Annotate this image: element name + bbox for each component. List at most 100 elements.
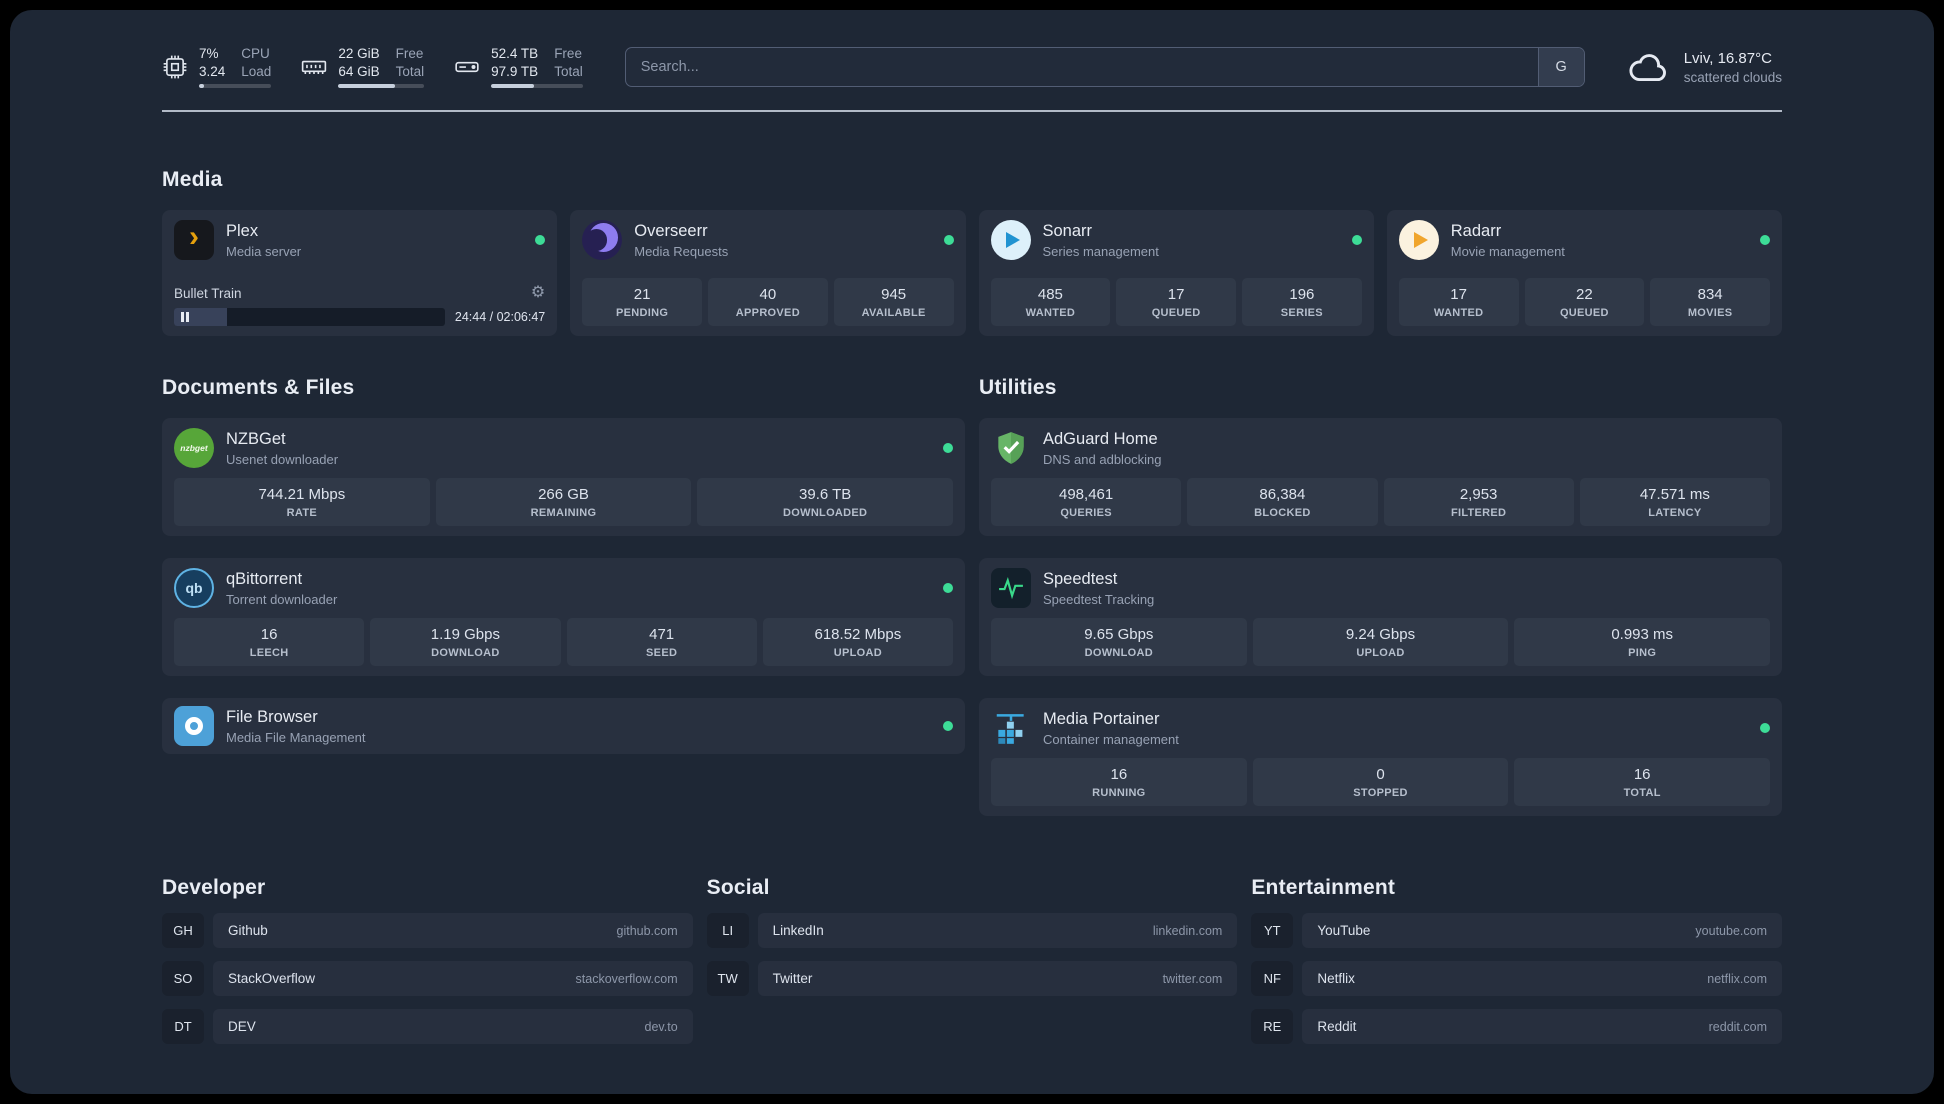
bookmark-link[interactable]: Reddit reddit.com (1302, 1009, 1782, 1045)
bookmark-reddit: RE Reddit reddit.com (1251, 1009, 1782, 1045)
gear-icon[interactable]: ⚙ (531, 285, 545, 301)
bookmark-group-title: Developer (162, 876, 266, 900)
service-description: Usenet downloader (226, 451, 339, 467)
cpu-icon (162, 54, 188, 80)
stat-tile: 16 RUNNING (991, 758, 1247, 807)
service-name: Overseerr (634, 221, 708, 240)
stat-tile: 17 QUEUED (1116, 278, 1236, 327)
status-dot (535, 235, 546, 246)
stat-tile: 471 SEED (566, 618, 757, 667)
bookmark-dev: DT DEV dev.to (162, 1009, 693, 1045)
service-name: Speedtest (1043, 569, 1118, 588)
status-dot (943, 583, 953, 594)
disk-progress-bar (491, 84, 583, 89)
service-description: Media server (226, 243, 302, 259)
memory-free-value: 22 GiB (338, 46, 380, 61)
service-card-portainer[interactable]: Media Portainer Container management 16 … (979, 698, 1782, 817)
memory-progress-bar (338, 84, 425, 89)
bookmark-group-title: Social (706, 876, 770, 900)
playback-progress-bar[interactable] (174, 308, 445, 327)
stat-tile: 2,953 FILTERED (1383, 478, 1574, 527)
bookmark-abbr: TW (706, 961, 749, 997)
bookmark-group-title: Entertainment (1251, 876, 1396, 900)
stat-tile: 945 AVAILABLE (833, 278, 954, 327)
radarr-icon (1398, 220, 1439, 261)
service-card-sonarr[interactable]: Sonarr Series management 485 WANTED 17 Q… (978, 210, 1374, 337)
stat-tile: 1.19 Gbps DOWNLOAD (370, 618, 561, 667)
bookmark-group-social: Social LI LinkedIn linkedin.com TW Twitt… (706, 876, 1238, 997)
bookmark-group-developer: Developer GH Github github.com SO StackO… (162, 876, 693, 1045)
weather-location-temp: Lviv, 16.87°C (1683, 49, 1772, 67)
bookmark-link[interactable]: Netflix netflix.com (1302, 961, 1782, 997)
service-card-overseerr[interactable]: Overseerr Media Requests 21 PENDING 40 A… (570, 210, 966, 337)
status-dot (1351, 235, 1362, 246)
weather-widget: Lviv, 16.87°C scattered clouds (1627, 49, 1782, 85)
topbar-divider (162, 110, 1782, 113)
qbittorrent-icon: qb (174, 568, 214, 609)
status-dot (1760, 235, 1770, 246)
service-name: NZBGet (226, 429, 286, 448)
stat-tile: 9.24 Gbps UPLOAD (1252, 618, 1509, 667)
search-provider-button[interactable]: G (1537, 48, 1584, 87)
service-name: Plex (226, 221, 259, 240)
plex-now-playing: Bullet Train ⚙ 24:44 / 02:06:47 (174, 277, 546, 327)
stat-tile: 485 WANTED (990, 278, 1111, 327)
pause-icon[interactable] (181, 312, 189, 323)
service-card-radarr[interactable]: Radarr Movie management 17 WANTED 22 QUE… (1386, 210, 1782, 337)
service-name: qBittorrent (226, 569, 303, 588)
bookmark-abbr: LI (706, 913, 749, 949)
bookmark-link[interactable]: LinkedIn linkedin.com (757, 913, 1238, 949)
service-name: Media Portainer (1043, 709, 1160, 728)
service-card-qbittorrent[interactable]: qb qBittorrent Torrent downloader 16 LEE… (162, 558, 965, 677)
service-description: Torrent downloader (226, 591, 338, 607)
stat-tile: 9.65 Gbps DOWNLOAD (991, 618, 1247, 667)
cloud-icon (1627, 49, 1671, 85)
stat-tile: 0 STOPPED (1252, 758, 1509, 807)
search-input[interactable] (625, 48, 1538, 87)
section-title-utilities: Utilities (979, 376, 1057, 400)
cpu-label: CPU (241, 46, 270, 61)
section-title-media: Media (162, 168, 223, 192)
service-description: Series management (1042, 243, 1159, 259)
memory-free-label: Free (395, 46, 424, 61)
memory-total-label: Total (395, 63, 425, 79)
service-name: Sonarr (1042, 221, 1093, 240)
resource-widget-memory: 22 GiB 64 GiB Free Total (301, 46, 425, 89)
bookmark-link[interactable]: Twitter twitter.com (757, 961, 1238, 997)
bookmark-abbr: GH (162, 913, 204, 949)
status-dot (943, 443, 953, 454)
bookmark-abbr: NF (1251, 961, 1294, 997)
stat-tile: 39.6 TB DOWNLOADED (697, 478, 954, 527)
bookmark-link[interactable]: DEV dev.to (213, 1009, 693, 1045)
service-name: File Browser (226, 707, 318, 726)
section-media: Media › Plex Media server Bullet Train ⚙… (162, 168, 1782, 337)
stat-tile: 40 APPROVED (708, 278, 828, 327)
bookmark-link[interactable]: Github github.com (213, 913, 693, 949)
service-card-plex[interactable]: › Plex Media server Bullet Train ⚙ 24:44… (162, 210, 558, 337)
cpu-load-value: 3.24 (199, 63, 226, 79)
resource-widget-disk: 52.4 TB 97.9 TB Free Total (454, 46, 583, 89)
service-card-speedtest[interactable]: Speedtest Speedtest Tracking 9.65 Gbps D… (979, 558, 1782, 677)
disk-free-value: 52.4 TB (491, 46, 539, 61)
stat-tile: 834 MOVIES (1650, 278, 1770, 327)
stat-tile: 21 PENDING (582, 278, 702, 327)
bookmark-link[interactable]: YouTube youtube.com (1302, 913, 1782, 949)
bookmark-link[interactable]: StackOverflow stackoverflow.com (213, 961, 693, 997)
disk-icon (454, 54, 480, 80)
memory-icon (301, 54, 327, 80)
playback-time: 24:44 / 02:06:47 (454, 310, 546, 325)
topbar: 7% 3.24 CPU Load 22 GiB 64 GiB Free Tota… (162, 46, 1782, 89)
service-card-filebrowser[interactable]: File Browser Media File Management (162, 698, 965, 755)
bookmark-abbr: YT (1251, 913, 1294, 949)
service-card-nzbget[interactable]: nzbget NZBGet Usenet downloader 744.21 M… (162, 418, 965, 537)
service-card-adguard[interactable]: AdGuard Home DNS and adblocking 498,461 … (979, 418, 1782, 537)
service-description: Container management (1043, 731, 1179, 747)
now-playing-title: Bullet Train (174, 285, 242, 301)
bookmark-group-entertainment: Entertainment YT YouTube youtube.com NF … (1251, 876, 1782, 1045)
search-bar: G (624, 47, 1585, 88)
section-documents: Documents & Files nzbget NZBGet Usenet d… (162, 376, 965, 755)
section-title-documents: Documents & Files (162, 376, 355, 400)
bookmark-linkedin: LI LinkedIn linkedin.com (706, 913, 1238, 949)
resource-widget-cpu: 7% 3.24 CPU Load (162, 46, 272, 89)
stat-tile: 86,384 BLOCKED (1187, 478, 1378, 527)
